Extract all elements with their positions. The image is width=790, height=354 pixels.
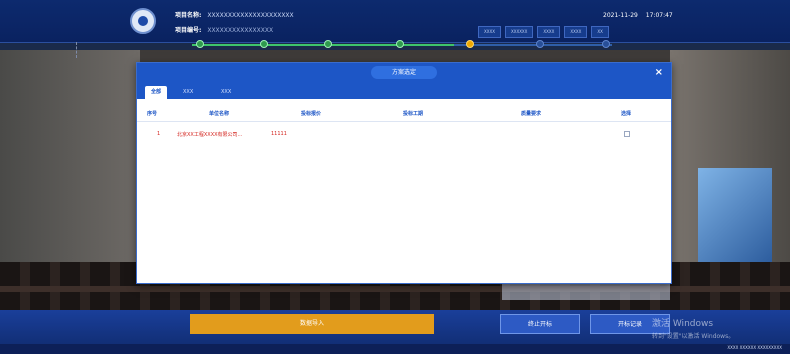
row-price: 11111 (271, 131, 287, 137)
project-name: 项目名称: XXXXXXXXXXXXXXXXXXXXX (175, 10, 294, 19)
status-text: XXXX XXXXXX XXXXXXXXX (727, 345, 782, 350)
data-import-button[interactable]: 数据导入 (190, 314, 434, 334)
progress-fill (192, 44, 454, 46)
progress-step-7[interactable] (602, 40, 610, 48)
dialog-tabs: 全部 XXX XXX (137, 83, 671, 99)
header-divider (137, 121, 671, 122)
emblem-logo (130, 8, 156, 34)
progress-step-4[interactable] (396, 40, 404, 48)
date-text: 2021-11-29 (603, 12, 638, 19)
col-price: 投标报价 (301, 111, 322, 117)
progress-step-1[interactable] (196, 40, 204, 48)
row-company: 北京XX工程XXXX有限公司... (177, 132, 243, 138)
tab-all[interactable]: 全部 (145, 86, 168, 99)
row-select-checkbox[interactable] (624, 131, 630, 137)
windows-activation-watermark: 激活 Windows 转到"设置"以激活 Windows。 (652, 316, 734, 340)
datetime: 2021-11-29 17:07:47 (603, 12, 673, 19)
project-name-label: 项目名称: (175, 12, 202, 19)
close-icon[interactable]: × (655, 66, 663, 79)
col-index: 序号 (147, 111, 158, 117)
watermark-line2: 转到"设置"以激活 Windows。 (652, 333, 735, 340)
dialog-header: 方案选定 × (137, 63, 671, 83)
project-code-label: 项目编号: (175, 27, 202, 34)
left-wall (0, 50, 140, 280)
col-quality: 质量要求 (521, 111, 542, 117)
tab-2[interactable]: XXX (177, 86, 199, 99)
scheme-select-dialog: 方案选定 × 全部 XXX XXX 序号 单位名称 投标报价 投标工期 质量要求… (136, 62, 672, 284)
dialog-title: 方案选定 (371, 66, 437, 79)
time-text: 17:07:47 (645, 12, 673, 19)
project-code: 项目编号: XXXXXXXXXXXXXXXX (175, 25, 273, 34)
project-code-value: XXXXXXXXXXXXXXXX (207, 27, 274, 34)
table-row[interactable]: 1 北京XX工程XXXX有限公司... 11111 (137, 131, 671, 141)
status-bar: XXXX XXXXXX XXXXXXXXX (0, 344, 790, 354)
project-name-value: XXXXXXXXXXXXXXXXXXXXX (207, 12, 294, 19)
watermark-line1: 激活 Windows (652, 319, 714, 329)
progress-step-3[interactable] (324, 40, 332, 48)
divider-mark (76, 42, 81, 58)
col-company: 单位名称 (209, 111, 230, 117)
table-header: 序号 单位名称 投标报价 投标工期 质量要求 选择 (137, 107, 671, 121)
stop-opening-button[interactable]: 终止开标 (500, 314, 580, 334)
progress-step-5[interactable] (466, 40, 474, 48)
col-select: 选择 (621, 111, 632, 117)
tab-3[interactable]: XXX (215, 86, 237, 99)
col-period: 投标工期 (403, 111, 424, 117)
progress-step-6[interactable] (536, 40, 544, 48)
progress-step-2[interactable] (260, 40, 268, 48)
wall-screen (698, 168, 772, 262)
row-index: 1 (157, 131, 161, 137)
